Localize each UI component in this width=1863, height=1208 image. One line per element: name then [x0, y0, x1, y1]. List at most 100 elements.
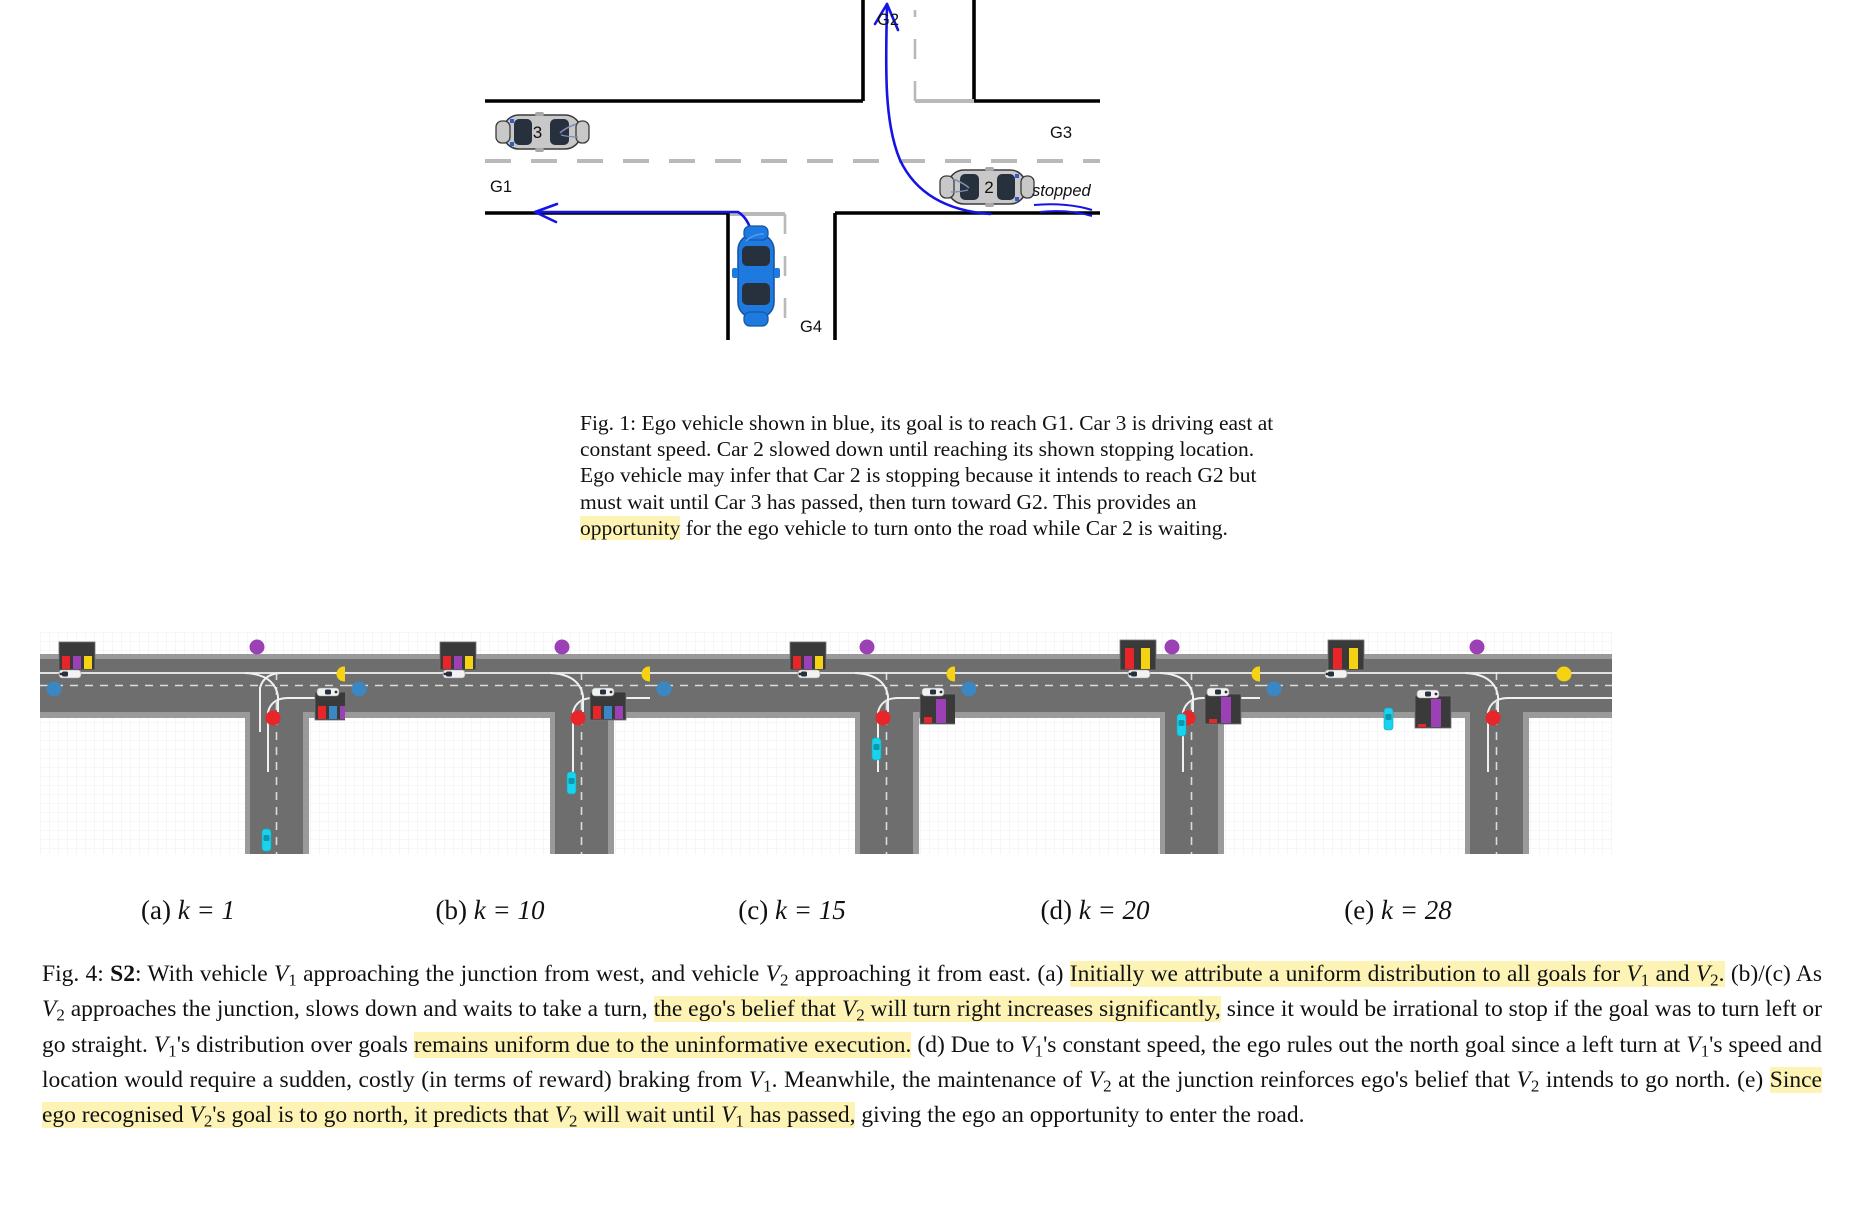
fig4-hl1-v2-sub: 2 — [1710, 970, 1719, 990]
goal-marker-north — [1164, 639, 1180, 655]
belief-bar-red — [793, 656, 801, 669]
goal-marker-west — [1266, 681, 1282, 697]
fig1-caption-part1: Ego vehicle shown in blue, its goal is t… — [580, 411, 1274, 514]
figure1-car-2: 2 — [939, 167, 1035, 207]
belief-bar-red — [593, 706, 601, 719]
belief-panel-v2 — [1414, 695, 1452, 729]
goal-marker-north — [249, 639, 265, 655]
fig4-v2c-sub: 2 — [1103, 1076, 1112, 1096]
belief-bar-red — [1209, 719, 1217, 723]
fig4-seg14: giving the ego an opportunity to enter t… — [855, 1102, 1305, 1129]
fig4-v2a: V — [765, 961, 781, 987]
car-2-number: 2 — [984, 178, 993, 197]
fig4-hl1-v2: V — [1695, 961, 1711, 987]
figure1-car-3: 3 — [495, 112, 590, 152]
fig4-hl4-v1: V — [721, 1102, 736, 1129]
fig4-v2d: V — [1516, 1066, 1531, 1093]
figure-4-caption: Fig. 4: S2: With vehicle V1 approaching … — [42, 960, 1822, 1137]
belief-bar-red — [443, 656, 451, 669]
fig4-highlight-1: Initially we attribute a uniform distrib… — [1069, 961, 1725, 990]
vehicle-v2 — [316, 687, 340, 697]
goal-marker-north — [554, 639, 570, 655]
fig4-seg8: (d) Due to — [911, 1031, 1021, 1058]
fig4-hl2-v2-sub: 2 — [856, 1006, 865, 1026]
fig4-hl2-v2: V — [841, 996, 857, 1023]
goal-marker-south — [875, 710, 891, 726]
belief-bar-purple — [615, 706, 623, 719]
subcaption-a-expr: k = 1 — [177, 895, 235, 925]
belief-panel-v1 — [1119, 639, 1157, 671]
fig4-hl2b: will turn right increases significantly, — [864, 996, 1221, 1023]
figure1-ego-car — [732, 225, 780, 327]
belief-bar-yellow — [1141, 648, 1150, 669]
stopped-underline-1 — [1033, 203, 1093, 211]
subcaption-d-tag: (d) — [1040, 895, 1072, 925]
fig4-seg3: approaching it from east. (a) — [788, 961, 1070, 987]
fig1-caption-label: Fig. 1: — [580, 411, 637, 435]
figure-4-panel-strip — [0, 632, 1863, 857]
belief-panel-v1 — [1327, 639, 1365, 671]
vehicle-v1 — [1324, 669, 1348, 679]
fig4-v1d-sub: 1 — [1034, 1041, 1044, 1061]
fig4-v1d: V — [1020, 1031, 1035, 1058]
belief-panel-v1 — [439, 641, 477, 671]
stopped-annotation: stopped — [1032, 182, 1092, 200]
fig1-caption-highlight: opportunity — [580, 515, 681, 540]
goal-marker-north — [859, 639, 875, 655]
ego-trajectory-arrow — [533, 210, 755, 245]
figure-1-diagram: 3 2 G2 G3 G1 G4 stopped — [480, 0, 1100, 340]
belief-bar-red — [318, 706, 326, 719]
panel-c — [650, 632, 1002, 854]
belief-bar-red — [924, 717, 932, 723]
fig4-seg5: approaches the junction, slows down and … — [64, 996, 654, 1023]
belief-bar-yellow — [465, 656, 473, 669]
vehicle-v1 — [442, 669, 466, 679]
fig4-hl1-v1: V — [1626, 961, 1641, 987]
subcaption-e-expr: k = 28 — [1381, 895, 1452, 925]
subcaption-a-tag: (a) — [141, 895, 171, 925]
goal-marker-south — [570, 710, 586, 726]
paper-page: 3 2 G2 G3 G1 G4 stopped Fig. 1: Ego vehi… — [0, 0, 1863, 1208]
fig4-seg2: approaching the junction from west, and … — [296, 961, 766, 987]
ego-vehicle — [566, 771, 577, 795]
fig4-hl4-v1-sub: 1 — [735, 1112, 744, 1132]
fig4-label: Fig. 4: — [42, 961, 104, 987]
belief-bar-purple — [936, 699, 946, 723]
fig4-seg1: : With vehicle — [134, 961, 274, 987]
ego-vehicle — [1383, 707, 1394, 731]
belief-bar-yellow — [84, 656, 92, 669]
fig1-caption-part2: for the ego vehicle to turn onto the roa… — [680, 515, 1228, 540]
belief-panel-v1 — [58, 641, 96, 671]
belief-bar-blue — [329, 706, 337, 719]
belief-bar-red — [62, 656, 70, 669]
vehicle-v1 — [58, 669, 82, 679]
goal-marker-west — [46, 681, 62, 697]
subcaption-d-expr: k = 20 — [1078, 895, 1150, 925]
vehicle-v2 — [591, 687, 615, 697]
subcaption-c-expr: k = 15 — [775, 895, 846, 925]
panel-b-svg — [345, 632, 697, 854]
goal-label-g4: G4 — [800, 318, 822, 336]
belief-bar-purple — [804, 656, 812, 669]
vehicle-v2 — [1206, 687, 1230, 697]
fig4-hl4d: has passed, — [743, 1102, 856, 1129]
fig4-hl2a: the ego's belief that — [653, 996, 842, 1023]
fig4-seg13: intends to go north. (e) — [1539, 1066, 1770, 1093]
goal-marker-north — [1469, 639, 1485, 655]
fig4-seg12: at the junction reinforces ego's belief … — [1111, 1066, 1517, 1093]
belief-bar-red — [1418, 724, 1426, 727]
belief-bar-red — [1125, 648, 1134, 669]
fig4-v1c: V — [153, 1031, 169, 1058]
goal-marker-south — [1485, 710, 1501, 726]
panel-c-svg — [650, 632, 1002, 854]
fig4-v2b: V — [42, 996, 57, 1023]
fig4-hl4c: will wait until — [577, 1102, 722, 1129]
fig4-v2b-sub: 2 — [56, 1006, 65, 1026]
subcaption-c-tag: (c) — [738, 895, 769, 925]
fig4-highlight-3: remains uniform due to the uninformative… — [413, 1031, 912, 1058]
vehicle-v1 — [797, 669, 821, 679]
figure-1-svg: 3 2 G2 G3 G1 G4 stopped — [485, 0, 1100, 340]
fig4-hl4-v2b: V — [554, 1102, 569, 1129]
belief-bar-purple — [1221, 697, 1231, 723]
fig4-v1c-sub: 1 — [168, 1041, 177, 1061]
